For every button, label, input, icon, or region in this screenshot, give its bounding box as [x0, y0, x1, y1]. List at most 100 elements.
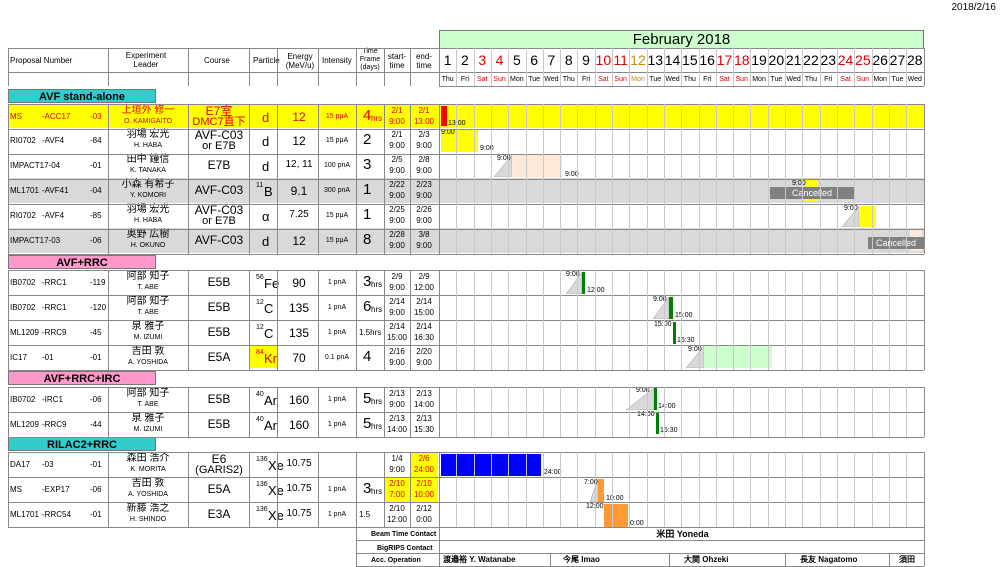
course: E3A: [207, 507, 231, 521]
energy: 70: [292, 351, 306, 365]
course: E7B: [207, 158, 231, 172]
bigrips-contact-label: BigRIPS Contact: [377, 545, 433, 552]
v-line: [871, 387, 873, 437]
v-line: [384, 104, 385, 254]
time-frame: 1: [363, 181, 372, 198]
gantt-bar-yellow: [859, 206, 876, 227]
v-line: [542, 270, 544, 370]
v-line: [906, 270, 908, 370]
v-line: [906, 48, 908, 86]
proposal-id: ML1209: [10, 420, 39, 429]
v-line: [871, 270, 873, 370]
v-line: [733, 104, 735, 254]
v-line: [871, 48, 873, 86]
v-line: [698, 270, 700, 370]
day-of-week: Fri: [824, 76, 833, 83]
v-line: [715, 452, 717, 527]
v-line: [906, 387, 908, 437]
v-line: [681, 452, 683, 527]
v-line: [924, 527, 925, 566]
v-line: [525, 270, 527, 370]
v-line: [560, 387, 562, 437]
v-line: [439, 270, 440, 370]
leader-name-ja: 田中 鐘信: [126, 154, 170, 165]
v-line: [594, 48, 596, 86]
proposal-num: -01: [90, 353, 102, 362]
intensity: 100 pnA: [323, 162, 351, 169]
v-line: [108, 48, 109, 86]
gantt-time: 10:00: [606, 495, 624, 502]
day-number: 28: [906, 52, 923, 68]
v-line: [612, 270, 613, 370]
h-line: [8, 48, 924, 49]
time-frame: 8: [363, 231, 372, 248]
v-line: [410, 104, 411, 254]
v-line: [318, 452, 319, 527]
v-line: [750, 270, 752, 370]
day-of-week: Sat: [476, 76, 488, 83]
v-line: [802, 270, 804, 370]
v-line: [318, 104, 319, 254]
intensity: 1 pnA: [327, 396, 347, 403]
day-number: 9: [582, 52, 590, 68]
leader-name-ja: 泉 雅子: [131, 413, 165, 424]
proposal-id: DA17: [10, 460, 31, 469]
v-line: [612, 48, 613, 86]
time-frame-unit: hrs: [371, 397, 383, 406]
particle: Ar: [264, 418, 277, 433]
proposal-id: ML1701: [10, 510, 39, 519]
v-line: [356, 48, 357, 86]
v-line: [888, 270, 890, 370]
proposal-num: -84: [90, 136, 102, 145]
h-line: [8, 370, 924, 371]
start-time: 9:00: [389, 308, 405, 317]
proposal-sub: -AVF4: [42, 136, 65, 145]
beam-contact-label: Beam Time Contact: [371, 531, 437, 538]
start-date: 2/10: [389, 479, 405, 488]
header-leader: Experiment Leader: [125, 51, 167, 69]
day-of-week: Thu: [683, 76, 696, 83]
v-line: [854, 270, 856, 370]
h-line: [356, 540, 924, 541]
time-frame-unit: hrs: [371, 487, 383, 496]
proposal-num: -01: [90, 510, 102, 519]
end-time: 0:00: [416, 515, 432, 524]
section-avf-rrc-irc: AVF+RRC+IRC: [8, 371, 156, 385]
energy: 135: [288, 301, 310, 315]
v-line: [384, 387, 385, 437]
v-line: [819, 270, 821, 370]
v-line: [663, 270, 665, 370]
v-line: [802, 104, 804, 254]
v-line: [698, 104, 700, 254]
proposal-sub: -01: [42, 353, 54, 362]
v-line: [108, 452, 109, 527]
end-time: 9:00: [416, 358, 432, 367]
v-line: [560, 270, 562, 370]
v-line: [750, 387, 752, 437]
header-particle: Particle: [253, 56, 280, 65]
energy: 90: [292, 276, 306, 290]
v-line: [802, 387, 804, 437]
particle: B: [264, 184, 273, 199]
beam-contact-value: 米田 Yoneda: [656, 529, 709, 539]
v-line: [663, 48, 665, 86]
gantt-time: 15:00: [654, 321, 672, 328]
v-line: [356, 387, 357, 437]
v-line: [188, 104, 189, 254]
v-line: [508, 270, 510, 370]
end-date: 2/9: [418, 272, 430, 281]
end-date: 2/10: [416, 479, 432, 488]
particle-mass: 40: [256, 416, 264, 423]
day-of-week: Thu: [562, 76, 575, 83]
gantt-time: 9:00: [792, 180, 806, 187]
particle: d: [262, 234, 270, 249]
v-line: [594, 387, 596, 437]
gantt-bar-green: [582, 272, 585, 294]
course: E5B: [207, 392, 231, 406]
day-of-week: Fri: [460, 76, 470, 83]
end-date: 3/8: [418, 230, 430, 239]
day-number: 6: [530, 52, 539, 68]
day-of-week: Sun: [856, 76, 870, 83]
intensity: 15 pμA: [325, 113, 349, 120]
day-of-week: Tue: [891, 76, 904, 83]
